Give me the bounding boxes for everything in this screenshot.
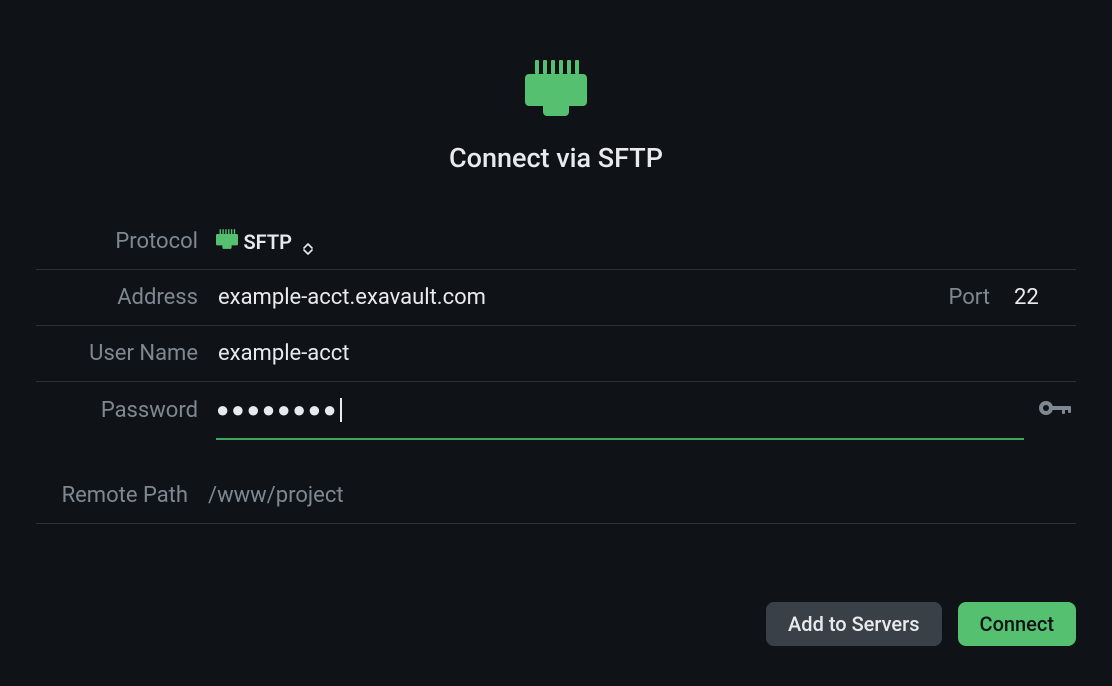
username-input[interactable] [216, 325, 1076, 382]
password-label: Password [36, 398, 216, 423]
chevron-up-down-icon [303, 243, 313, 255]
protocol-value: SFTP [243, 230, 292, 254]
dialog-header: Connect via SFTP [36, 60, 1076, 174]
password-mask: ●●●●●●●● [216, 397, 338, 423]
protocol-select[interactable]: SFTP [216, 229, 313, 255]
connect-button[interactable]: Connect [958, 602, 1076, 646]
form: Protocol [36, 214, 1076, 524]
port-input[interactable] [1012, 284, 1076, 311]
username-label: User Name [36, 341, 216, 366]
port-label: Port [949, 285, 990, 310]
ethernet-icon [216, 230, 243, 255]
address-row: Address Port [36, 270, 1076, 326]
remote-path-row: Remote Path [36, 468, 1076, 524]
password-input[interactable]: ●●●●●●●● [216, 382, 1024, 440]
ethernet-icon [525, 60, 587, 120]
password-row: Password ●●●●●●●● [36, 382, 1076, 438]
port-group: Port [929, 284, 1076, 311]
address-input[interactable] [216, 269, 929, 326]
text-caret [340, 398, 342, 422]
protocol-label: Protocol [36, 229, 216, 254]
connect-dialog: Connect via SFTP Protocol [0, 0, 1112, 686]
remote-path-label: Remote Path [36, 483, 206, 508]
add-to-servers-button[interactable]: Add to Servers [766, 602, 941, 646]
username-row: User Name [36, 326, 1076, 382]
remote-path-input[interactable] [206, 467, 1076, 524]
key-icon[interactable] [1038, 396, 1072, 424]
protocol-row: Protocol [36, 214, 1076, 270]
action-bar: Add to Servers Connect [36, 578, 1076, 646]
address-label: Address [36, 285, 216, 310]
dialog-title: Connect via SFTP [449, 142, 663, 174]
